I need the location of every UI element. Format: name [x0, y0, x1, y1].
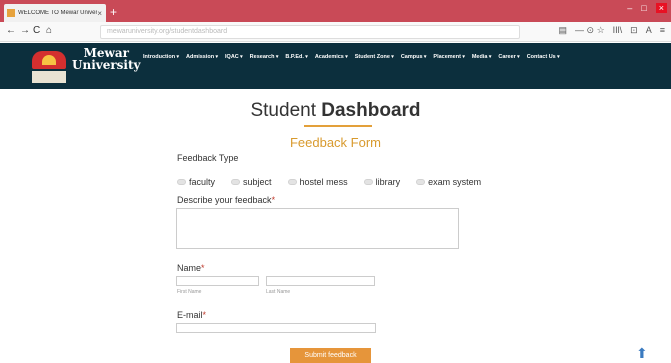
- radio-circle-icon: [363, 179, 373, 185]
- new-tab-button[interactable]: +: [110, 5, 117, 19]
- radio-circle-icon: [416, 179, 426, 185]
- radio-circle-icon: [287, 179, 297, 185]
- radio-hostel-mess[interactable]: hostel mess: [287, 177, 348, 187]
- maximize-icon[interactable]: □: [641, 3, 646, 13]
- name-label: Name*: [177, 263, 205, 273]
- radio-library[interactable]: library: [363, 177, 400, 187]
- radio-circle-icon: [231, 179, 241, 185]
- menu-campus[interactable]: Campus: [401, 54, 427, 60]
- title-underline: [304, 125, 372, 127]
- submit-feedback-button[interactable]: Submit feedback: [290, 348, 371, 363]
- menu-career[interactable]: Career: [498, 54, 519, 60]
- library-icon[interactable]: IIl\: [613, 25, 623, 36]
- menu-media[interactable]: Media: [472, 54, 492, 60]
- menu-academics[interactable]: Academics: [315, 54, 348, 60]
- menu-introduction[interactable]: Introduction: [143, 54, 179, 60]
- describe-feedback-label: Describe your feedback*: [177, 195, 276, 205]
- menu-icon[interactable]: ≡: [660, 25, 665, 36]
- email-input[interactable]: [176, 323, 376, 333]
- scroll-top-icon[interactable]: ⬆: [636, 345, 648, 362]
- first-name-sublabel: First Name: [177, 289, 202, 295]
- menu-research[interactable]: Research: [250, 54, 279, 60]
- page-actions-icon[interactable]: — ⊙ ☆: [575, 25, 605, 36]
- radio-exam-system[interactable]: exam system: [416, 177, 481, 187]
- browser-navbar: ← → C ⌂ mewaruniversity.org/studentdashb…: [0, 22, 671, 42]
- feedback-textarea[interactable]: [176, 208, 459, 249]
- reader-icon[interactable]: ▤: [559, 25, 568, 36]
- account-icon[interactable]: A: [646, 25, 652, 36]
- radio-faculty[interactable]: faculty: [177, 177, 215, 187]
- last-name-input[interactable]: [266, 276, 375, 286]
- url-bar[interactable]: mewaruniversity.org/studentdashboard: [100, 25, 520, 39]
- forward-icon[interactable]: →: [20, 25, 30, 36]
- radio-subject[interactable]: subject: [231, 177, 272, 187]
- page-title: Student Dashboard: [250, 100, 421, 121]
- close-tab-icon[interactable]: ×: [97, 9, 102, 18]
- menu-contact-us[interactable]: Contact Us: [527, 54, 560, 60]
- university-logo[interactable]: Mewar University: [30, 45, 141, 87]
- home-icon[interactable]: ⌂: [46, 25, 52, 36]
- menu-iqac[interactable]: IQAC: [225, 54, 243, 60]
- menu-student-zone[interactable]: Student Zone: [355, 54, 394, 60]
- logo-name: Mewar University: [72, 46, 141, 72]
- close-window-icon[interactable]: ×: [655, 3, 667, 13]
- first-name-input[interactable]: [176, 276, 259, 286]
- back-icon[interactable]: ←: [6, 25, 16, 36]
- last-name-sublabel: Last Name: [266, 289, 291, 295]
- form-title: Feedback Form: [289, 135, 382, 150]
- minimize-icon[interactable]: –: [627, 3, 632, 13]
- email-label: E-mail*: [177, 310, 207, 320]
- sidebar-icon[interactable]: ⊡: [630, 25, 638, 36]
- menu-placement[interactable]: Placement: [433, 54, 464, 60]
- menu-bped[interactable]: B.P.Ed.: [285, 54, 307, 60]
- logo-emblem-icon: [32, 51, 66, 69]
- main-menu: Introduction Admission IQAC Research B.P…: [143, 54, 560, 60]
- radio-circle-icon: [177, 179, 186, 185]
- favicon-icon: [7, 9, 15, 17]
- tab-title: WELCOME TO Mewar Univers: [18, 10, 98, 16]
- site-header: Mewar University Introduction Admission …: [0, 43, 671, 89]
- menu-admission[interactable]: Admission: [186, 54, 218, 60]
- logo-banner-icon: [32, 71, 66, 83]
- reload-icon[interactable]: C: [33, 25, 40, 36]
- feedback-type-options: faculty subject hostel mess library exam…: [177, 177, 481, 187]
- toolbar-icons: ▤ — ⊙ ☆ IIl\ ⊡ A ≡: [559, 25, 665, 36]
- feedback-type-label: Feedback Type: [177, 153, 239, 163]
- browser-tab-bar: WELCOME TO Mewar Univers × + – □ ×: [0, 0, 671, 22]
- browser-tab[interactable]: WELCOME TO Mewar Univers ×: [4, 4, 106, 22]
- window-controls: – □ ×: [627, 3, 667, 13]
